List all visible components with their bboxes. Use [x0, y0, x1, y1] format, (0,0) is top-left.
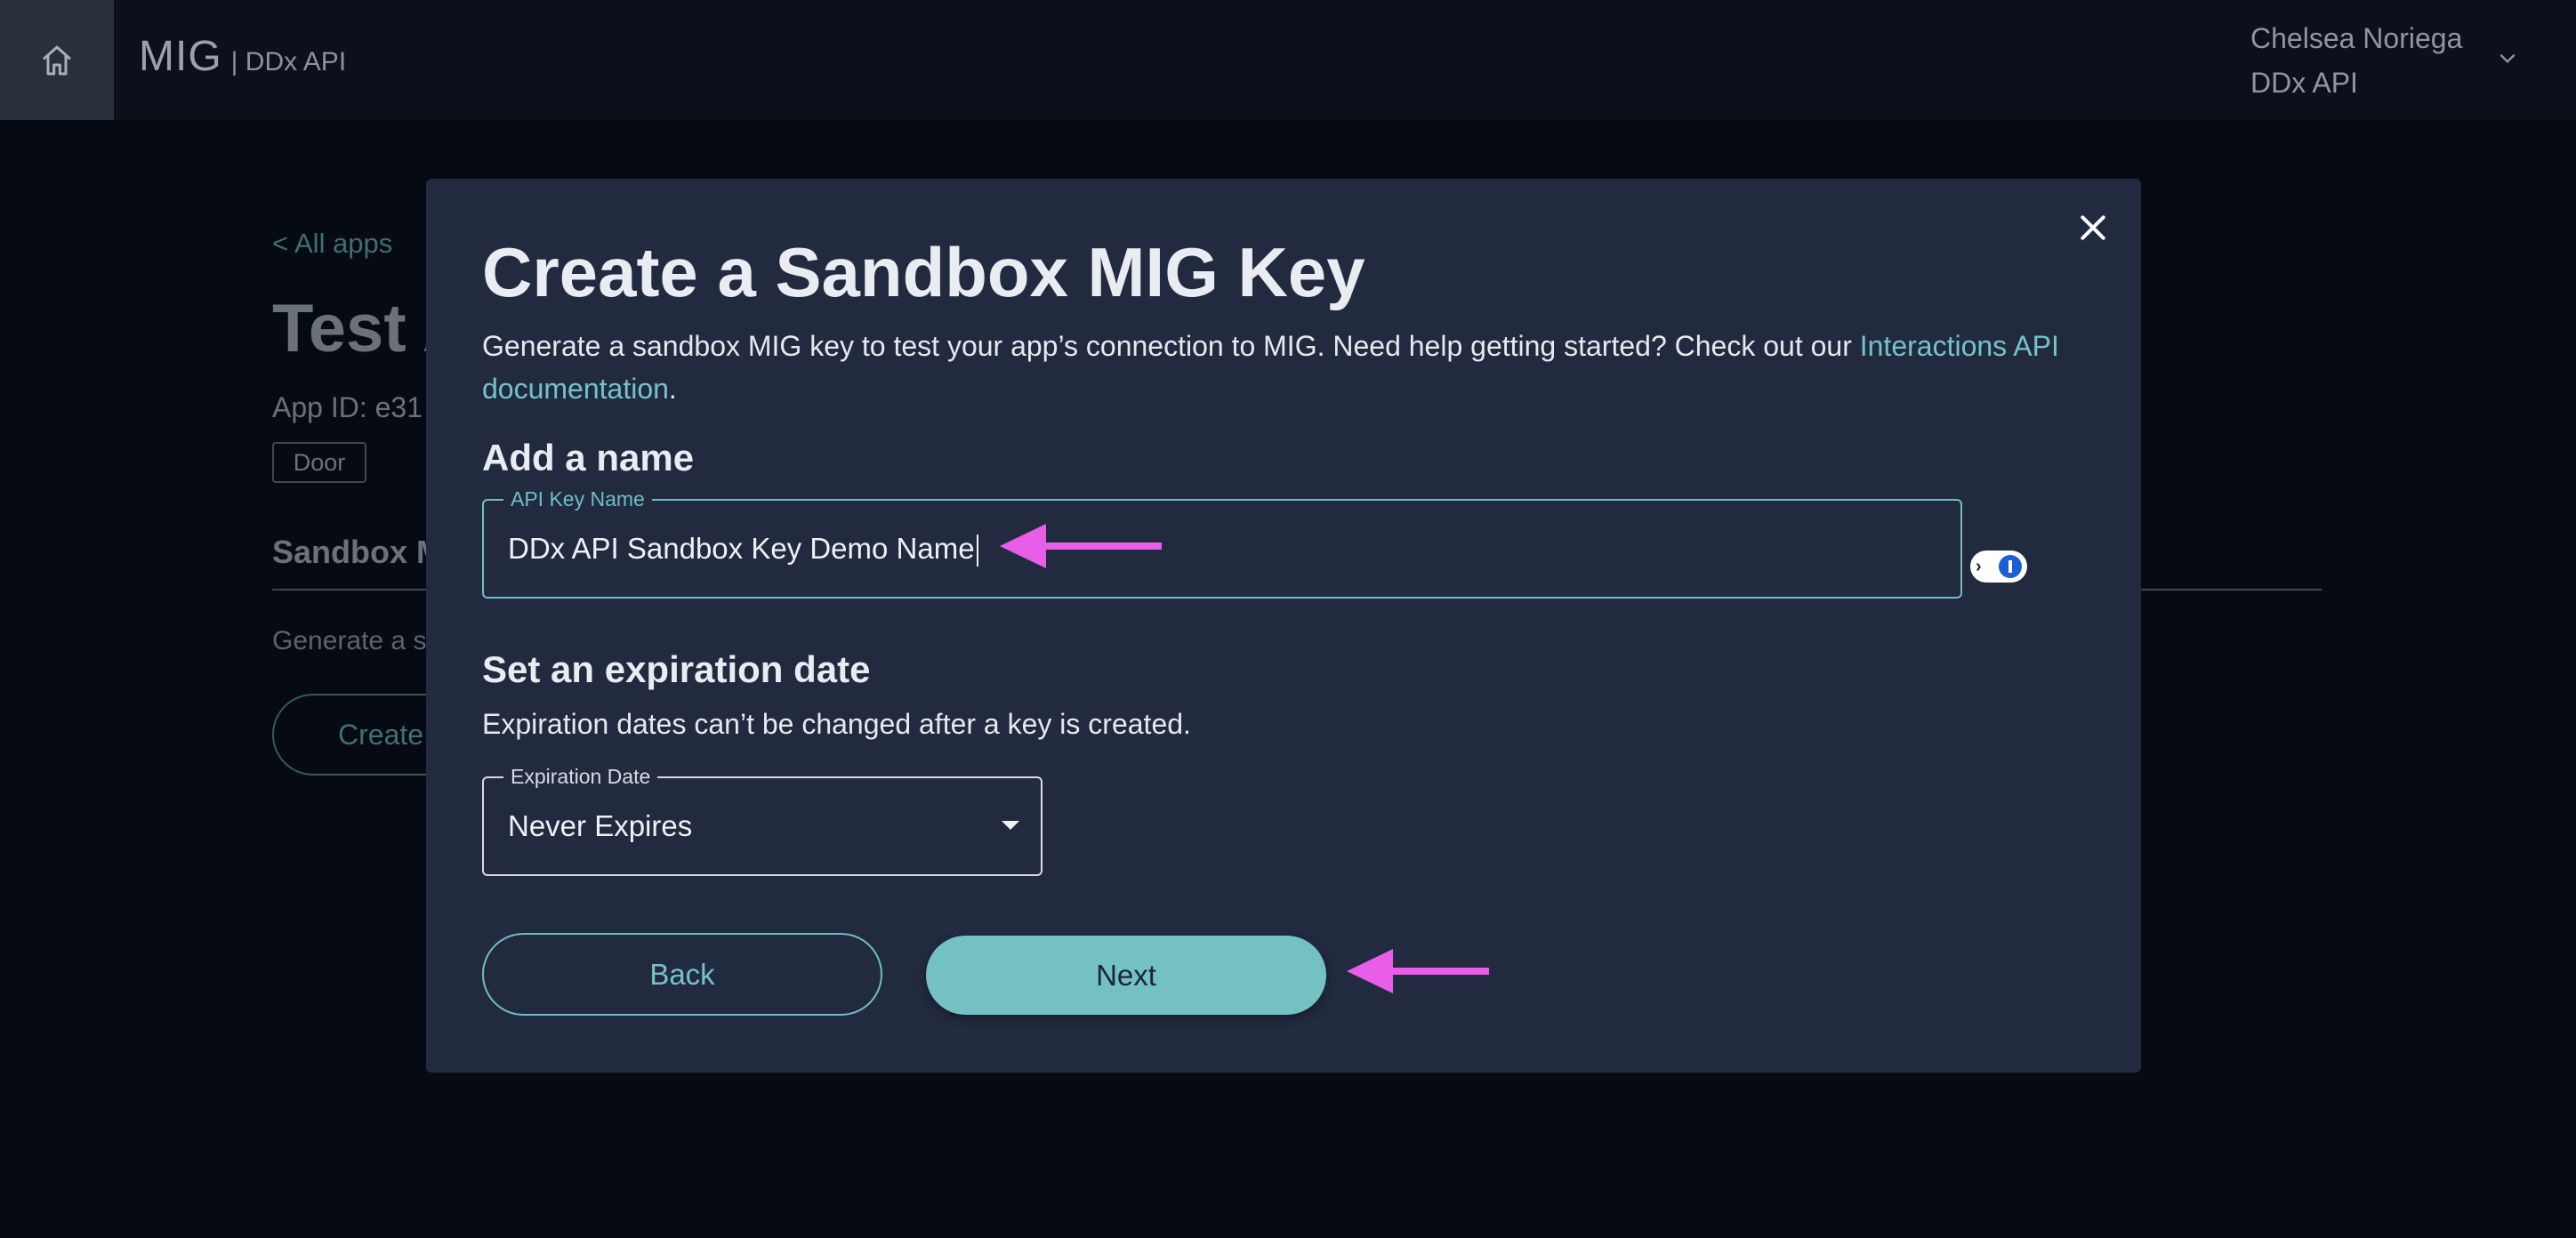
- modal-title: Create a Sandbox MIG Key: [482, 233, 1365, 311]
- back-button[interactable]: Back: [482, 933, 882, 1016]
- app-tag: Door: [272, 442, 366, 483]
- pm-chevron-icon: ›: [1976, 556, 1982, 576]
- user-name: Chelsea Noriega: [2250, 22, 2463, 54]
- api-key-name-value: DDx API Sandbox Key Demo Name: [508, 532, 975, 565]
- api-key-name-input[interactable]: DDx API Sandbox Key Demo Name: [508, 501, 1842, 597]
- brand-subtitle: | DDx API: [230, 47, 347, 76]
- chevron-down-icon[interactable]: [2496, 46, 2519, 69]
- description-text: Generate a sandbox MIG key to test your …: [482, 330, 1860, 362]
- annotation-arrow-icon: [1000, 524, 1162, 568]
- api-key-name-field[interactable]: API Key Name DDx API Sandbox Key Demo Na…: [482, 487, 2027, 599]
- dropdown-arrow-icon[interactable]: [1002, 821, 1019, 830]
- password-manager-icon[interactable]: ›: [1970, 551, 2027, 583]
- brand[interactable]: MIG | DDx API: [139, 32, 346, 81]
- expiration-date-value: Never Expires: [508, 809, 693, 842]
- expiration-description: Expiration dates can’t be changed after …: [482, 708, 1191, 740]
- next-button[interactable]: Next: [926, 936, 1326, 1015]
- user-org: DDx API: [2250, 67, 2358, 99]
- all-apps-link[interactable]: < All apps: [272, 228, 392, 260]
- pm-logo-icon: [1999, 555, 2022, 578]
- create-key-modal: Create a Sandbox MIG Key Generate a sand…: [426, 179, 2141, 1073]
- annotation-arrow-icon: [1347, 949, 1489, 993]
- app-id: App ID: e31: [272, 391, 423, 423]
- modal-description: Generate a sandbox MIG key to test your …: [482, 325, 2083, 410]
- sandbox-section-text: Generate a s: [272, 626, 427, 655]
- close-icon[interactable]: [2075, 210, 2111, 245]
- user-menu[interactable]: Chelsea Noriega DDx API: [2250, 16, 2462, 105]
- home-button[interactable]: [0, 0, 114, 120]
- sandbox-section-title: Sandbox M: [272, 534, 444, 570]
- top-bar: MIG | DDx API Chelsea Noriega DDx API: [0, 0, 2576, 120]
- expiration-date-select[interactable]: Expiration Date Never Expires: [482, 765, 1042, 876]
- text-caret: [976, 535, 978, 567]
- expiration-heading: Set an expiration date: [482, 648, 871, 690]
- brand-logo-text: MIG: [139, 33, 222, 80]
- name-heading: Add a name: [482, 437, 695, 478]
- description-end: .: [668, 373, 677, 405]
- home-icon: [43, 45, 71, 75]
